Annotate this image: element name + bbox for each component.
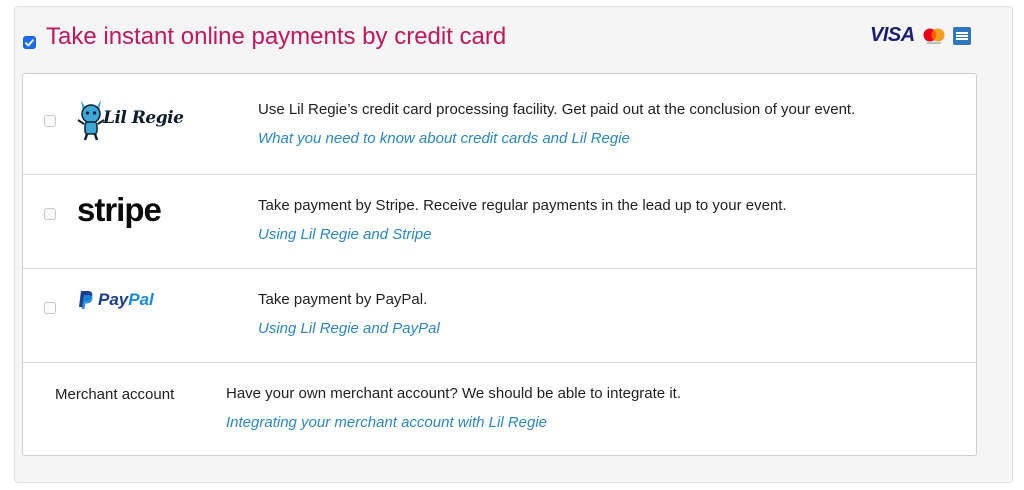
lilregie-wordmark: Lil Regie <box>103 108 184 128</box>
payment-methods-list: Lil Regie Use Lil Regie’s credit card pr… <box>22 73 977 456</box>
paypal-info-link[interactable]: Using Lil Regie and PayPal <box>258 320 440 337</box>
paypal-p-icon <box>79 291 93 309</box>
paypal-description: Take payment by PayPal. <box>258 291 428 308</box>
card-brands: VISA <box>870 24 971 47</box>
merchant-description: Have your own merchant account? We shoul… <box>226 385 681 402</box>
merchant-info-link[interactable]: Integrating your merchant account with L… <box>226 414 547 431</box>
mastercard-icon <box>923 28 945 44</box>
method-row-paypal: PayPal Take payment by PayPal. Using Lil… <box>23 268 976 363</box>
section-title: Take instant online payments by credit c… <box>46 23 507 50</box>
merchant-account-label: Merchant account <box>55 386 175 403</box>
paypal-wordmark-pal: Pal <box>128 290 154 309</box>
lilregie-info-link[interactable]: What you need to know about credit cards… <box>258 130 630 147</box>
method-row-lilregie: Lil Regie Use Lil Regie’s credit card pr… <box>23 74 976 174</box>
checkmark-icon <box>25 38 34 46</box>
visa-logo: VISA <box>870 24 915 46</box>
stripe-description: Take payment by Stripe. Receive regular … <box>258 197 787 214</box>
stripe-wordmark: stripe <box>77 191 162 228</box>
stripe-info-link[interactable]: Using Lil Regie and Stripe <box>258 226 431 243</box>
paypal-logo: PayPal <box>78 290 154 310</box>
method-row-merchant: Merchant account Have your own merchant … <box>23 362 976 457</box>
lilregie-logo: Lil Regie <box>75 96 184 147</box>
enable-credit-card-checkbox[interactable] <box>23 36 36 49</box>
paypal-wordmark-pay: Pay <box>98 290 129 309</box>
method-row-stripe: stripe Take payment by Stripe. Receive r… <box>23 174 976 269</box>
stripe-checkbox[interactable] <box>44 208 56 220</box>
amex-icon <box>952 26 971 45</box>
paypal-checkbox[interactable] <box>44 302 56 314</box>
lilregie-checkbox[interactable] <box>44 115 56 127</box>
stripe-logo: stripe <box>77 191 162 229</box>
lilregie-description: Use Lil Regie’s credit card processing f… <box>258 101 856 118</box>
